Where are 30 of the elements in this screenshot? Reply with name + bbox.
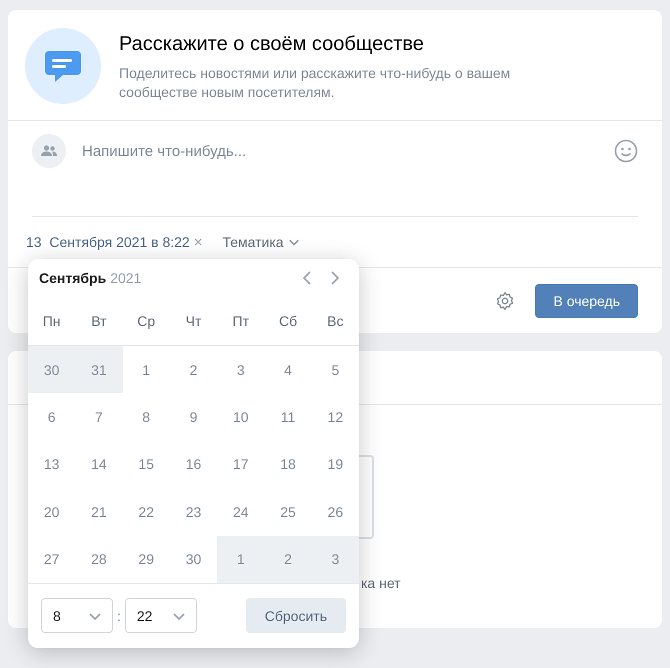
remove-date-button[interactable]: × [190, 234, 202, 250]
calendar-day[interactable]: 31 [75, 346, 123, 394]
settings-icon[interactable] [495, 290, 516, 310]
time-separator: : [117, 608, 121, 624]
scheduled-date[interactable]: 13 Сентября 2021 в 8:22 [26, 234, 190, 250]
calendar-day[interactable]: 1 [217, 536, 264, 583]
topic-dropdown[interactable]: Тематика [222, 234, 300, 250]
previous-month-icon[interactable] [301, 270, 313, 286]
intro-title: Расскажите о своём сообществе [119, 33, 425, 56]
weekday-label: Пн [42, 312, 62, 331]
intro-text: Поделитесь новостями или расскажите что-нибудь о вашем сообществе новым посетителям. [119, 64, 512, 102]
queue-button[interactable]: В очередь [535, 284, 638, 318]
community-avatar-icon [32, 134, 66, 168]
calendar-day[interactable]: 2 [264, 536, 312, 583]
emoji-icon[interactable] [614, 139, 638, 163]
calendar-year: 2021 [110, 270, 142, 286]
hour-select[interactable]: 8 [41, 598, 113, 634]
next-month-icon[interactable] [329, 270, 341, 286]
weekday-label: Вс [326, 312, 345, 331]
weekday-label: Ср [136, 312, 156, 331]
weekday-label: Сб [278, 312, 298, 331]
calendar-day[interactable]: 30 [28, 346, 76, 394]
calendar-month: Сентябрь [39, 270, 106, 286]
weekday-label: Вт [90, 312, 108, 331]
weekday-label: Пт [232, 312, 250, 331]
calendar-day[interactable]: 3 [312, 536, 359, 583]
minute-select[interactable]: 22 [124, 598, 197, 634]
empty-text: ка нет [361, 575, 402, 591]
reset-button[interactable]: Сбросить [246, 598, 346, 634]
weekday-label: Чт [184, 312, 202, 331]
